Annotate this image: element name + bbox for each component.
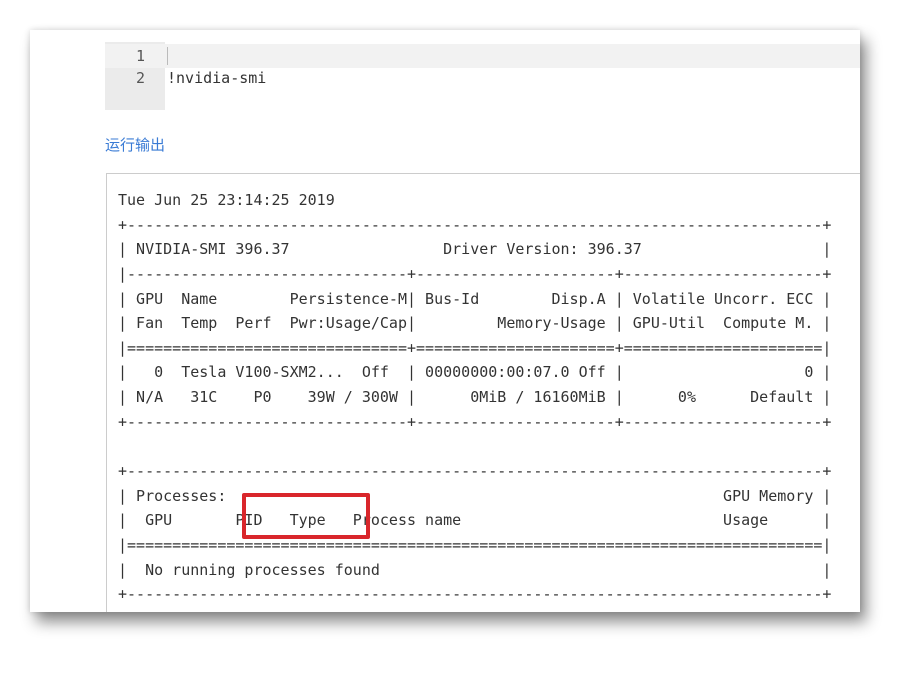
output-line: +---------------------------------------… (118, 462, 832, 481)
output-line: |===============================+=======… (118, 338, 832, 357)
output-line: | Fan Temp Perf Pwr:Usage/Cap| Memory-Us… (118, 314, 832, 333)
output-line: | NVIDIA-SMI 396.37 Driver Version: 396.… (118, 240, 832, 259)
output-line: |=======================================… (118, 535, 832, 554)
code-line-1[interactable]: 1 (105, 44, 860, 68)
output-line: |-------------------------------+-------… (118, 264, 832, 283)
output-panel: Tue Jun 25 23:14:25 2019 +---------------… (106, 173, 860, 612)
output-line: +---------------------------------------… (118, 215, 832, 234)
output-line: | Processes: GPU Memory | (118, 486, 832, 505)
output-line: | N/A 31C P0 39W / 300W | 0MiB / 16160Mi… (118, 388, 832, 407)
line-number: 1 (135, 47, 145, 65)
run-output-label[interactable]: 运行输出 (105, 134, 165, 155)
line-number: 2 (135, 69, 145, 87)
output-line: Tue Jun 25 23:14:25 2019 (118, 191, 335, 209)
terminal-output: Tue Jun 25 23:14:25 2019 +---------------… (118, 188, 831, 607)
code-editor[interactable]: 1 2 !nvidia-smi (105, 42, 860, 110)
text-cursor (167, 47, 168, 65)
output-line: +-------------------------------+-------… (118, 412, 832, 431)
notebook-cell: 1 2 !nvidia-smi 运行输出 Tue Jun 25 23:14:25… (30, 30, 860, 612)
code-text: !nvidia-smi (167, 69, 267, 87)
output-line: | No running processes found | (118, 560, 832, 579)
output-line: +---------------------------------------… (118, 585, 832, 604)
output-line: | GPU Name Persistence-M| Bus-Id Disp.A … (118, 289, 832, 308)
code-line-2[interactable]: 2 !nvidia-smi (105, 66, 860, 90)
output-line: | 0 Tesla V100-SXM2... Off | 00000000:00… (118, 363, 832, 382)
gpu-name-highlight-box (242, 493, 370, 539)
output-line: | GPU PID Type Process name Usage | (118, 511, 832, 530)
